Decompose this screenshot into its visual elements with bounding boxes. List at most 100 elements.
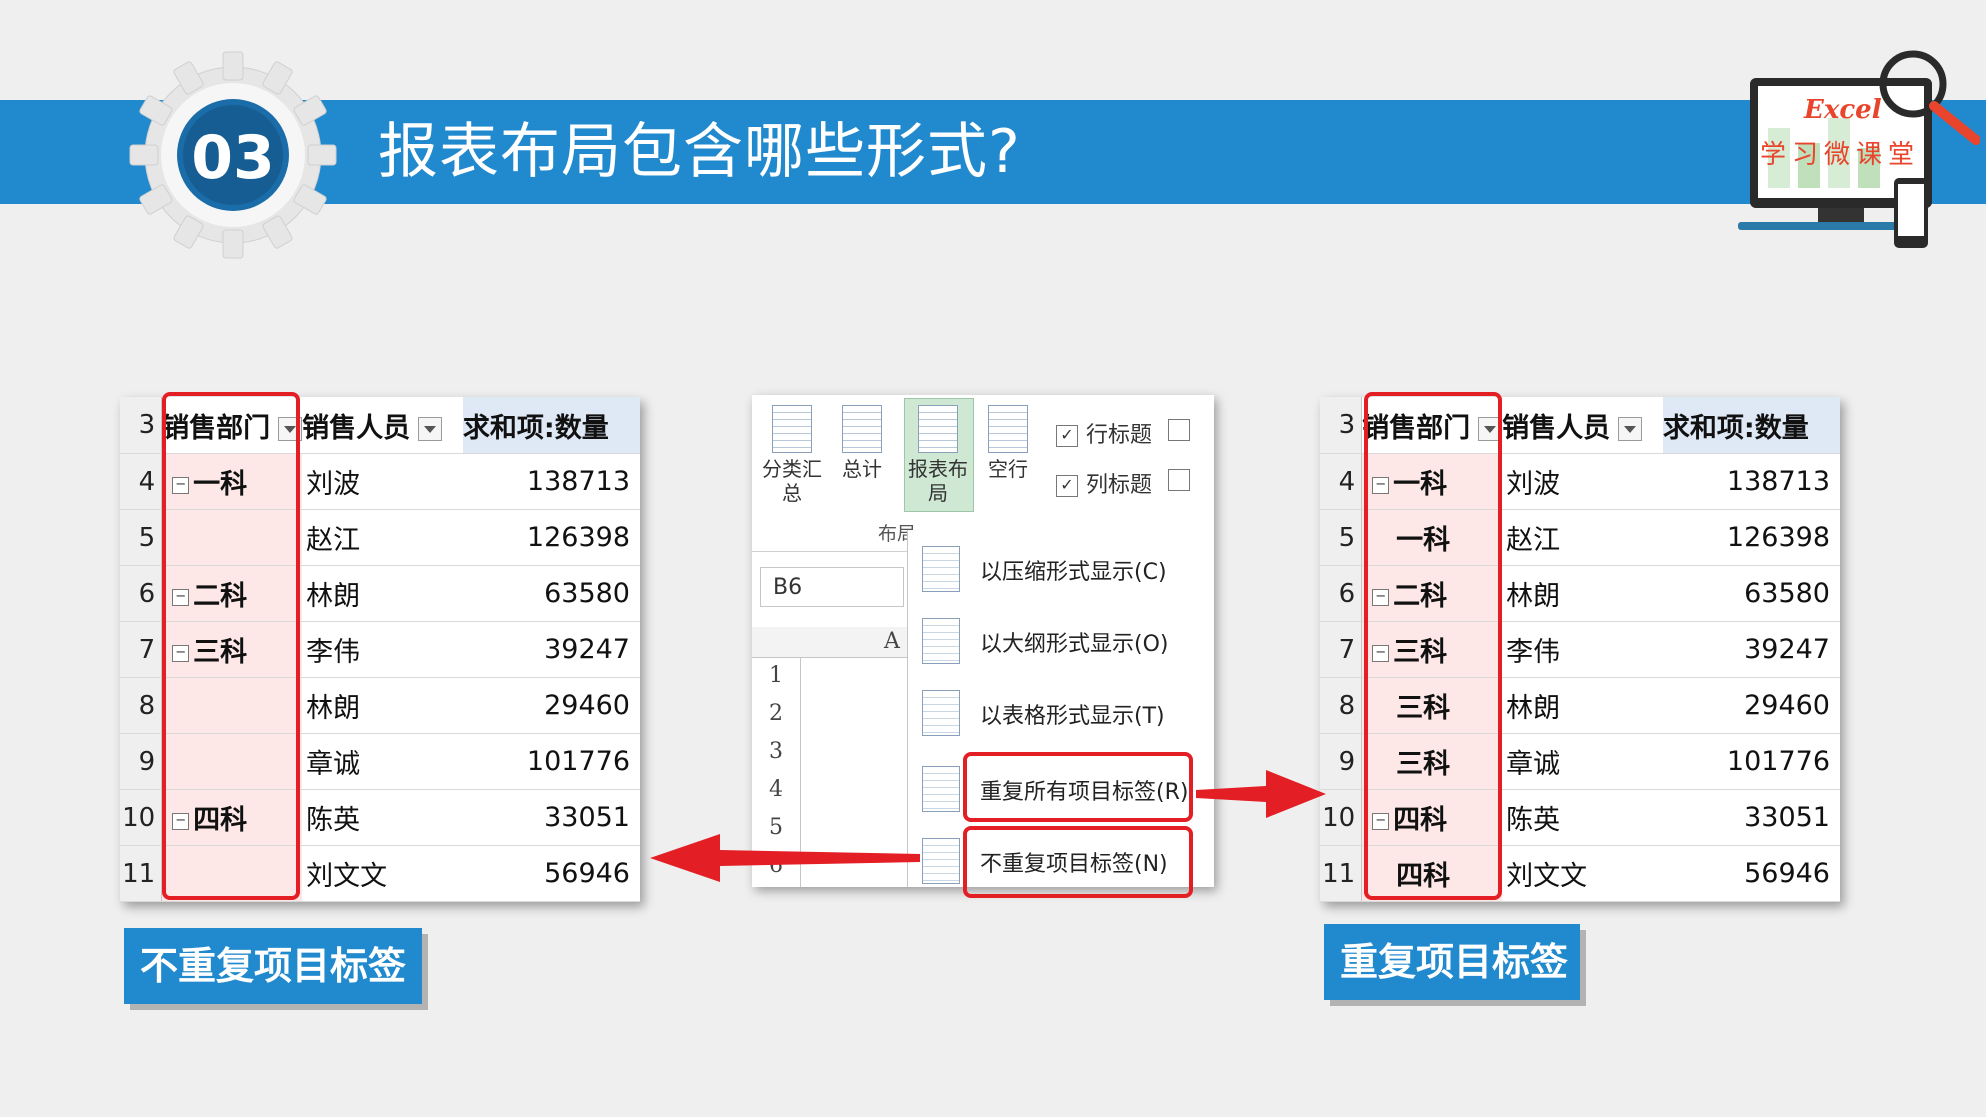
qty-cell[interactable]: 63580 — [1662, 565, 1840, 622]
column-a-header[interactable]: A — [884, 629, 900, 654]
row-number[interactable]: 11 — [120, 845, 163, 902]
row-number[interactable]: 3 — [120, 397, 163, 454]
qty-cell[interactable]: 33051 — [462, 789, 640, 846]
row-number[interactable]: 10 — [1320, 789, 1363, 846]
checkbox-empty-icon — [1168, 419, 1190, 441]
row-headers-checkbox[interactable]: ✓ 行标题 — [1056, 417, 1152, 449]
layout-form-icon — [922, 838, 960, 884]
person-cell[interactable]: 赵江 — [1502, 509, 1663, 566]
page-title: 报表布局包含哪些形式? — [378, 117, 1021, 187]
row-number[interactable]: 8 — [120, 677, 163, 734]
column-header-bar: A — [752, 627, 907, 658]
row-number[interactable]: 6 — [120, 565, 163, 622]
report-layout-button[interactable]: 报表布局 — [904, 405, 972, 505]
qty-cell[interactable]: 56946 — [1662, 845, 1840, 902]
report-layout-label: 报表布局 — [908, 457, 968, 505]
blank-rows-label: 空行 — [988, 457, 1028, 481]
qty-header[interactable]: 求和项:数量 — [462, 397, 640, 454]
name-box[interactable]: B6 — [760, 567, 904, 607]
person-cell[interactable]: 章诚 — [1502, 733, 1663, 790]
person-cell[interactable]: 林朗 — [302, 565, 463, 622]
layout-form-icon — [922, 690, 960, 736]
row-number[interactable]: 5 — [1320, 509, 1363, 566]
person-cell[interactable]: 陈英 — [1502, 789, 1663, 846]
column-headers-checkbox[interactable]: ✓ 列标题 — [1056, 467, 1152, 499]
column-headers-label: 列标题 — [1086, 473, 1153, 498]
qty-cell[interactable]: 29460 — [1662, 677, 1840, 734]
blank-rows-button[interactable]: 空行 — [978, 405, 1038, 481]
sheet-row-number[interactable]: 4 — [752, 777, 800, 802]
repeat-option-highlight — [963, 752, 1193, 822]
person-header[interactable]: 销售人员 — [302, 397, 463, 454]
qty-cell[interactable]: 39247 — [1662, 621, 1840, 678]
person-cell[interactable]: 刘文文 — [302, 845, 463, 902]
no-repeat-label-caption: 不重复项目标签 — [124, 928, 422, 1004]
qty-cell[interactable]: 33051 — [1662, 789, 1840, 846]
no-repeat-option-highlight — [963, 826, 1193, 898]
checkmark-icon: ✓ — [1056, 425, 1078, 447]
row-number[interactable]: 10 — [120, 789, 163, 846]
dept-column-highlight-right — [1364, 392, 1502, 900]
layout-form-icon — [922, 766, 960, 812]
grand-total-icon — [842, 405, 882, 453]
person-cell[interactable]: 陈英 — [302, 789, 463, 846]
right-arrow-icon — [1196, 770, 1326, 818]
qty-cell[interactable]: 63580 — [462, 565, 640, 622]
qty-cell[interactable]: 29460 — [462, 677, 640, 734]
person-cell[interactable]: 赵江 — [302, 509, 463, 566]
subtotal-button[interactable]: 分类汇总 — [758, 405, 826, 505]
subtotal-icon — [772, 405, 812, 453]
qty-cell[interactable]: 101776 — [462, 733, 640, 790]
grand-total-label: 总计 — [842, 457, 882, 481]
section-number: 03 — [191, 123, 275, 193]
layout-form-icon — [922, 546, 960, 592]
row-number[interactable]: 4 — [120, 453, 163, 510]
person-cell[interactable]: 刘波 — [302, 453, 463, 510]
qty-cell[interactable]: 101776 — [1662, 733, 1840, 790]
row-number[interactable]: 8 — [1320, 677, 1363, 734]
report-layout-icon — [918, 405, 958, 453]
sheet-row-number[interactable]: 2 — [752, 701, 800, 726]
person-header[interactable]: 销售人员 — [1502, 397, 1663, 454]
person-cell[interactable]: 章诚 — [302, 733, 463, 790]
qty-cell[interactable]: 126398 — [1662, 509, 1840, 566]
menu-item-label: 以压缩形式显示(C) — [980, 560, 1167, 585]
checkbox-empty-icon — [1168, 469, 1190, 491]
qty-cell[interactable]: 56946 — [462, 845, 640, 902]
person-cell[interactable]: 李伟 — [302, 621, 463, 678]
row-number[interactable]: 6 — [1320, 565, 1363, 622]
person-cell[interactable]: 林朗 — [1502, 565, 1663, 622]
sheet-row-number[interactable]: 1 — [752, 663, 800, 688]
qty-cell[interactable]: 126398 — [462, 509, 640, 566]
row-number[interactable]: 9 — [1320, 733, 1363, 790]
compact-form-option[interactable]: 以压缩形式显示(C) — [908, 538, 1208, 598]
person-cell[interactable]: 林朗 — [1502, 677, 1663, 734]
row-number[interactable]: 11 — [1320, 845, 1363, 902]
row-number[interactable]: 7 — [1320, 621, 1363, 678]
row-number[interactable]: 9 — [120, 733, 163, 790]
person-header-label: 销售人员 — [1502, 412, 1611, 444]
grand-total-button[interactable]: 总计 — [832, 405, 892, 481]
row-number[interactable]: 7 — [120, 621, 163, 678]
layout-form-icon — [922, 618, 960, 664]
filter-dropdown-icon[interactable] — [418, 417, 443, 441]
qty-cell[interactable]: 138713 — [462, 453, 640, 510]
banded-rows-checkbox[interactable] — [1168, 417, 1198, 442]
person-cell[interactable]: 林朗 — [302, 677, 463, 734]
person-cell[interactable]: 刘文文 — [1502, 845, 1663, 902]
banded-columns-checkbox[interactable] — [1168, 467, 1198, 492]
row-number[interactable]: 5 — [120, 509, 163, 566]
outline-form-option[interactable]: 以大纲形式显示(O) — [908, 610, 1208, 670]
person-cell[interactable]: 李伟 — [1502, 621, 1663, 678]
qty-header-label: 求和项:数量 — [1662, 412, 1809, 444]
menu-item-label: 以表格形式显示(T) — [980, 704, 1165, 729]
sheet-row-number[interactable]: 3 — [752, 739, 800, 764]
tabular-form-option[interactable]: 以表格形式显示(T) — [908, 682, 1208, 742]
row-number[interactable]: 3 — [1320, 397, 1363, 454]
qty-cell[interactable]: 138713 — [1662, 453, 1840, 510]
row-number[interactable]: 4 — [1320, 453, 1363, 510]
filter-dropdown-icon[interactable] — [1618, 417, 1643, 441]
person-cell[interactable]: 刘波 — [1502, 453, 1663, 510]
qty-header[interactable]: 求和项:数量 — [1662, 397, 1840, 454]
qty-cell[interactable]: 39247 — [462, 621, 640, 678]
